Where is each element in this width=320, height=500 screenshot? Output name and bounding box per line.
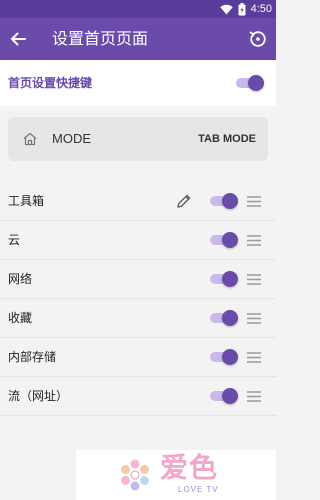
drag-handle-icon[interactable] bbox=[246, 195, 262, 208]
item-toggle[interactable] bbox=[208, 387, 238, 405]
status-time: 4:50 bbox=[250, 3, 272, 15]
brand-subtitle: LOVE TV bbox=[178, 485, 219, 494]
item-toggle[interactable] bbox=[208, 192, 238, 210]
mode-label: MODE bbox=[52, 131, 91, 146]
item-name: 网络 bbox=[8, 272, 33, 286]
toggle-thumb bbox=[248, 75, 264, 91]
status-icons: 4:50 bbox=[219, 2, 272, 16]
list-item: 工具箱 bbox=[0, 182, 276, 221]
pencil-icon[interactable] bbox=[175, 192, 193, 210]
item-name: 工具箱 bbox=[8, 194, 45, 208]
shortcut-label: 首页设置快捷键 bbox=[8, 76, 93, 90]
list-item: 流（网址） bbox=[0, 377, 276, 416]
list-item: 网络 bbox=[0, 260, 276, 299]
mode-value: TAB MODE bbox=[198, 133, 256, 145]
toggle-thumb bbox=[222, 271, 238, 287]
watermark: 爱色 LOVE TV bbox=[76, 450, 276, 500]
reset-button[interactable] bbox=[246, 27, 270, 51]
divider bbox=[0, 415, 276, 416]
home-icon bbox=[23, 132, 37, 146]
drag-handle-icon[interactable] bbox=[246, 234, 262, 247]
shortcut-toggle[interactable] bbox=[234, 74, 264, 92]
item-toggle[interactable] bbox=[208, 270, 238, 288]
battery-icon bbox=[238, 2, 246, 15]
restore-icon bbox=[249, 31, 266, 47]
item-name: 流（网址） bbox=[8, 389, 69, 403]
app-bar: 设置首页页面 bbox=[0, 18, 276, 60]
toggle-thumb bbox=[222, 193, 238, 209]
arrow-back-icon bbox=[11, 32, 26, 46]
item-toggle[interactable] bbox=[208, 309, 238, 327]
status-bar: 4:50 bbox=[0, 0, 276, 18]
item-toggle[interactable] bbox=[208, 231, 238, 249]
wifi-icon bbox=[219, 4, 233, 14]
page-title: 设置首页页面 bbox=[52, 29, 149, 48]
drag-handle-icon[interactable] bbox=[246, 273, 262, 286]
list-item: 收藏 bbox=[0, 299, 276, 338]
toolbox-list: 工具箱 云 网络 收藏 内部存储 流（网址） bbox=[0, 182, 276, 416]
item-name: 云 bbox=[8, 233, 21, 247]
flower-logo-icon bbox=[121, 459, 149, 491]
drag-handle-icon[interactable] bbox=[246, 390, 262, 403]
shortcut-setting-row: 首页设置快捷键 bbox=[0, 60, 276, 106]
drag-handle-icon[interactable] bbox=[246, 351, 262, 364]
back-button[interactable] bbox=[6, 27, 30, 51]
list-item: 云 bbox=[0, 221, 276, 260]
item-toggle[interactable] bbox=[208, 348, 238, 366]
mode-selector[interactable]: MODE TAB MODE bbox=[8, 117, 268, 161]
toggle-thumb bbox=[222, 388, 238, 404]
list-item: 内部存储 bbox=[0, 338, 276, 377]
brand-name: 爱色 bbox=[160, 451, 219, 484]
toggle-thumb bbox=[222, 349, 238, 365]
toggle-thumb bbox=[222, 310, 238, 326]
drag-handle-icon[interactable] bbox=[246, 312, 262, 325]
item-name: 收藏 bbox=[8, 311, 33, 325]
toggle-thumb bbox=[222, 232, 238, 248]
item-name: 内部存储 bbox=[8, 350, 57, 364]
